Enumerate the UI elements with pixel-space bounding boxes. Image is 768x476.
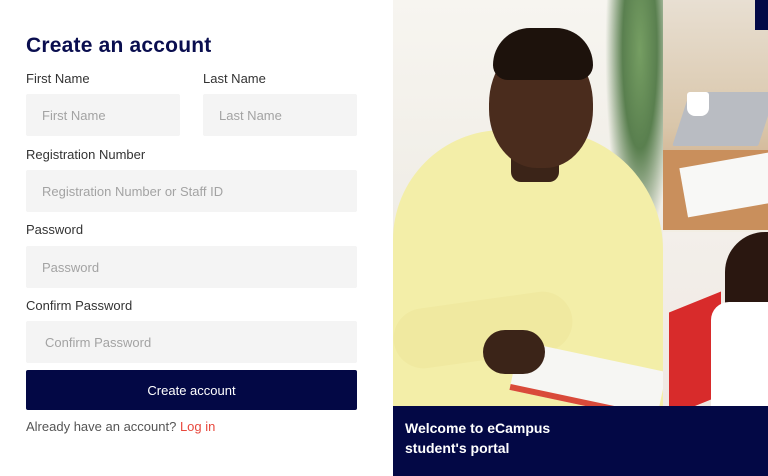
- white-shirt: [711, 302, 768, 406]
- first-name-label: First Name: [26, 71, 90, 86]
- confirm-password-input[interactable]: [26, 321, 357, 363]
- student-hand: [483, 330, 545, 374]
- registration-number-input[interactable]: [26, 170, 357, 212]
- welcome-line-2: student's portal: [405, 440, 510, 456]
- student-hair: [493, 28, 593, 80]
- first-name-input[interactable]: [26, 94, 180, 136]
- page-title: Create an account: [26, 34, 212, 57]
- welcome-banner: Welcome to eCampus student's portal: [393, 406, 768, 476]
- student-notebook-photo: [663, 232, 768, 406]
- last-name-input[interactable]: [203, 94, 357, 136]
- desk-study-photo: [663, 0, 768, 230]
- already-have-account-text: Already have an account?: [26, 419, 177, 434]
- registration-number-label: Registration Number: [26, 147, 146, 162]
- create-account-button[interactable]: Create account: [26, 370, 357, 410]
- signup-panel: Create an account First Name Last Name R…: [0, 0, 393, 476]
- password-input[interactable]: [26, 246, 357, 288]
- login-link[interactable]: Log in: [180, 419, 215, 434]
- confirm-password-label: Confirm Password: [26, 298, 133, 313]
- hero-panel: Welcome to eCampus student's portal: [393, 0, 768, 476]
- student-reading-photo: [393, 0, 663, 406]
- login-prompt: Already have an account? Log in: [26, 419, 215, 434]
- last-name-label: Last Name: [203, 71, 266, 86]
- password-label: Password: [26, 222, 84, 237]
- cup-image: [687, 92, 709, 116]
- welcome-line-1: Welcome to eCampus: [405, 420, 551, 436]
- navy-accent-block: [755, 0, 768, 30]
